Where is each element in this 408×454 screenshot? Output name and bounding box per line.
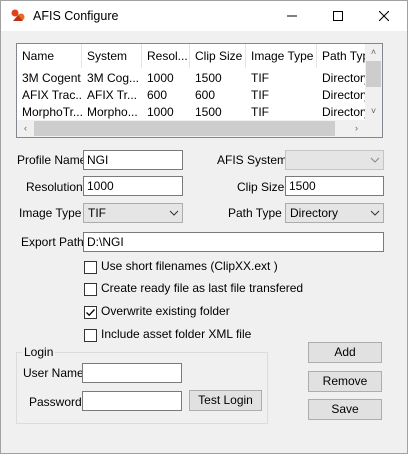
checkmark-icon [86, 309, 95, 317]
test-login-button[interactable]: Test Login [189, 390, 262, 411]
horizontal-scroll-thumb[interactable] [34, 121, 335, 136]
close-button[interactable] [361, 1, 407, 31]
profiles-list[interactable]: Name System Resol... Clip Size Image Typ… [16, 43, 383, 138]
clip-size-field[interactable]: 1500 [285, 176, 384, 196]
login-group-title: Login [22, 345, 56, 359]
window-title: AFIS Configure [33, 9, 119, 23]
password-field[interactable] [82, 391, 182, 411]
short-filenames-checkbox[interactable] [84, 261, 97, 274]
chevron-right-icon[interactable]: › [348, 120, 365, 137]
image-type-select[interactable]: TIF [83, 203, 183, 223]
cell-clip-size: 600 [195, 88, 216, 102]
image-type-value: TIF [88, 206, 106, 220]
chevron-down-icon [169, 210, 179, 216]
column-header-resolution[interactable]: Resol... [142, 44, 190, 68]
cell-clip-size: 1500 [195, 71, 222, 85]
path-type-value: Directory [290, 206, 339, 220]
horizontal-scrollbar[interactable]: ‹ › [17, 120, 365, 137]
overwrite-folder-label[interactable]: Overwrite existing folder [101, 304, 230, 318]
cell-image-type: TIF [251, 88, 269, 102]
asset-xml-label[interactable]: Include asset folder XML file [101, 327, 251, 341]
chevron-up-icon[interactable]: ˄ [365, 44, 382, 61]
export-path-label: Export Path [21, 235, 84, 249]
path-type-select[interactable]: Directory [285, 203, 384, 223]
profile-name-field[interactable]: NGI [83, 150, 183, 170]
cell-resolution: 600 [147, 88, 168, 102]
minimize-icon [287, 15, 297, 17]
table-row[interactable]: MorphoTr... Morpho... 1000 1500 TIF Dire… [17, 104, 382, 120]
minimize-button[interactable] [269, 1, 315, 31]
image-type-label: Image Type [19, 206, 82, 220]
resolution-field[interactable]: 1000 [83, 176, 183, 196]
cell-name: MorphoTr... [22, 105, 82, 119]
afis-system-label: AFIS System [217, 153, 288, 167]
close-icon [379, 11, 389, 21]
user-name-label: User Name [23, 366, 84, 380]
afis-system-select[interactable] [285, 150, 384, 170]
cell-system: AFIX Tr... [87, 88, 138, 102]
cell-system: 3M Cog... [87, 71, 140, 85]
list-header: Name System Resol... Clip Size Image Typ… [17, 44, 382, 68]
chevron-left-icon[interactable]: ‹ [17, 120, 34, 137]
path-type-label: Path Type [228, 206, 282, 220]
cell-image-type: TIF [251, 71, 269, 85]
column-header-clip-size[interactable]: Clip Size [190, 44, 246, 68]
maximize-icon [333, 11, 343, 21]
resolution-label: Resolution [26, 180, 83, 194]
afis-app-icon [11, 9, 25, 21]
maximize-button[interactable] [315, 1, 361, 31]
table-row[interactable]: 3M Cogent 3M Cog... 1000 1500 TIF Direct… [17, 70, 382, 86]
ready-file-label[interactable]: Create ready file as last file transfere… [101, 281, 303, 295]
title-bar: AFIS Configure [1, 1, 407, 31]
chevron-down-icon[interactable]: ˅ [365, 103, 382, 120]
clip-size-label: Clip Size [237, 180, 285, 194]
cell-clip-size: 1500 [195, 105, 222, 119]
cell-resolution: 1000 [147, 105, 174, 119]
add-button[interactable]: Add [308, 342, 382, 363]
table-row[interactable]: AFIX Trac... AFIX Tr... 600 600 TIF Dire… [17, 87, 382, 103]
scroll-corner [365, 120, 382, 137]
cell-system: Morpho... [87, 105, 138, 119]
profile-name-label: Profile Name [17, 153, 87, 167]
chevron-down-icon [370, 157, 380, 163]
remove-button[interactable]: Remove [308, 371, 382, 392]
cell-image-type: TIF [251, 105, 269, 119]
chevron-down-icon [370, 210, 380, 216]
short-filenames-label[interactable]: Use short filenames (ClipXX.ext ) [101, 259, 278, 273]
cell-name: 3M Cogent [22, 71, 81, 85]
cell-name: AFIX Trac... [22, 88, 82, 102]
cell-resolution: 1000 [147, 71, 174, 85]
user-name-field[interactable] [82, 363, 182, 383]
afis-configure-window: AFIS Configure Name System Resol... Clip… [0, 0, 408, 454]
overwrite-folder-checkbox[interactable] [84, 306, 97, 319]
password-label: Password [29, 395, 82, 409]
export-path-field[interactable]: D:\NGI [83, 232, 384, 252]
column-header-image-type[interactable]: Image Type [246, 44, 317, 68]
asset-xml-checkbox[interactable] [84, 329, 97, 342]
column-header-name[interactable]: Name [17, 44, 82, 68]
vertical-scroll-thumb[interactable] [366, 61, 381, 87]
column-header-system[interactable]: System [82, 44, 142, 68]
ready-file-checkbox[interactable] [84, 283, 97, 296]
save-button[interactable]: Save [308, 399, 382, 420]
vertical-scrollbar[interactable]: ˄ ˅ [365, 44, 382, 120]
